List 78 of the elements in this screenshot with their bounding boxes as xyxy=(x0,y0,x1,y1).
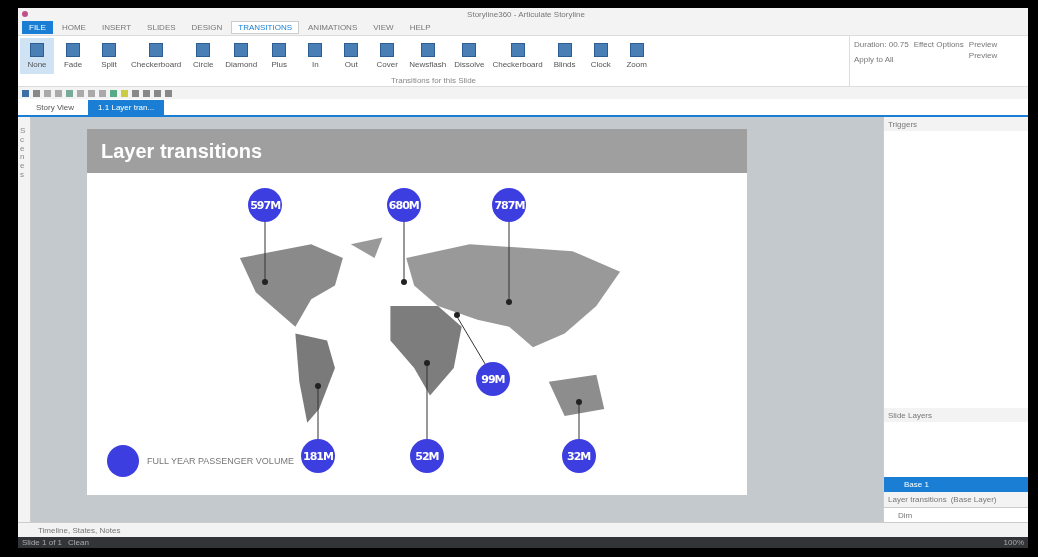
transition-button[interactable]: Split xyxy=(92,38,126,74)
app-logo-icon xyxy=(22,11,28,17)
transition-button[interactable]: Out xyxy=(334,38,369,74)
transition-icon xyxy=(462,43,477,57)
map-point-icon xyxy=(423,359,430,366)
ribbon-tab[interactable]: FILE xyxy=(22,21,53,34)
transition-button[interactable]: Dissolve xyxy=(451,38,488,74)
transition-icon xyxy=(66,43,80,57)
transition-icon xyxy=(380,43,395,57)
ribbon-tab[interactable]: ANIMATIONS xyxy=(301,21,365,34)
window-title: Storyline360 - Articulate Storyline xyxy=(467,9,585,19)
transition-icon xyxy=(102,43,116,57)
transition-icon xyxy=(196,43,211,57)
map-point-icon xyxy=(400,279,407,286)
map-point-icon xyxy=(506,298,513,305)
document-tab[interactable]: 1.1 Layer tran... xyxy=(88,100,165,115)
legend-label: FULL YEAR PASSENGER VOLUME xyxy=(147,456,294,466)
panel-title: Triggers xyxy=(888,119,918,129)
scenes-label: Scenes xyxy=(20,127,27,181)
layer-row[interactable]: Layer transitions (Base Layer) xyxy=(884,492,1028,507)
effect-options-button[interactable]: Effect Options xyxy=(913,40,964,49)
map-point-icon xyxy=(575,398,582,405)
status-slide: Slide 1 of 1 xyxy=(22,538,63,547)
transition-icon xyxy=(344,43,359,57)
ribbon-tab[interactable]: DESIGN xyxy=(184,21,230,34)
transition-button[interactable]: Newsflash xyxy=(406,38,450,74)
transition-icon xyxy=(420,43,435,57)
transition-button[interactable]: In xyxy=(298,38,333,74)
value-bubble: 181M xyxy=(301,439,335,474)
map-point-icon xyxy=(262,279,269,286)
transition-button[interactable]: Cover xyxy=(370,38,405,74)
transition-icon xyxy=(149,43,164,57)
bottom-tabs-label[interactable]: Timeline, States, Notes xyxy=(38,525,121,535)
transition-button[interactable]: Fade xyxy=(56,38,90,74)
map-point-icon xyxy=(315,382,321,389)
transition-button[interactable]: Zoom xyxy=(619,38,654,74)
transition-button[interactable]: Diamond xyxy=(222,38,261,74)
value-bubble: 787M xyxy=(492,188,527,223)
transition-button[interactable]: Checkerboard xyxy=(489,38,546,74)
duration-field[interactable]: Duration: 00.75 xyxy=(854,40,909,49)
dim-option[interactable]: Dim xyxy=(898,510,913,520)
status-state: Clean xyxy=(68,538,89,547)
transition-icon xyxy=(30,43,44,57)
zoom-level: 100% xyxy=(1003,538,1024,547)
transition-icon xyxy=(593,43,608,57)
transition-button[interactable]: Clock xyxy=(583,38,618,74)
map-point-icon xyxy=(453,311,460,318)
transition-icon xyxy=(510,43,525,57)
transition-button[interactable]: Circle xyxy=(186,38,221,74)
value-bubble: 597M xyxy=(248,188,283,223)
transition-button[interactable]: Checkerboard xyxy=(128,38,185,74)
slide-title: Layer transitions xyxy=(101,139,263,163)
legend-dot xyxy=(107,445,139,477)
preview-button[interactable]: Preview xyxy=(968,40,998,49)
apply-all-button[interactable]: Apply to All xyxy=(854,55,909,64)
group-caption: Preview xyxy=(968,51,998,60)
transition-icon xyxy=(234,43,249,57)
group-caption: Transitions for this Slide xyxy=(389,76,478,86)
document-tab[interactable]: Story View xyxy=(26,100,85,115)
ribbon-tab[interactable]: HELP xyxy=(402,21,438,34)
transition-button[interactable]: Blinds xyxy=(547,38,582,74)
value-bubble: 680M xyxy=(386,188,421,223)
ribbon-tab[interactable]: SLIDES xyxy=(140,21,183,34)
value-bubble: 99M xyxy=(475,362,510,397)
transition-icon xyxy=(557,43,572,57)
transition-button[interactable]: Plus xyxy=(262,38,297,74)
transition-icon xyxy=(272,43,287,57)
transition-button[interactable]: None xyxy=(20,38,54,74)
ribbon-tab[interactable]: HOME xyxy=(54,21,93,34)
transition-icon xyxy=(629,43,644,57)
ribbon-tab[interactable]: TRANSITIONS xyxy=(231,21,300,34)
ribbon-tab[interactable]: INSERT xyxy=(94,21,139,34)
value-bubble: 52M xyxy=(409,439,444,474)
transition-icon xyxy=(308,43,323,57)
value-bubble: 32M xyxy=(561,439,596,474)
panel-title: Slide Layers xyxy=(888,410,933,420)
ribbon-tab[interactable]: VIEW xyxy=(366,21,401,34)
layer-row[interactable]: Base 1 xyxy=(884,477,1028,492)
